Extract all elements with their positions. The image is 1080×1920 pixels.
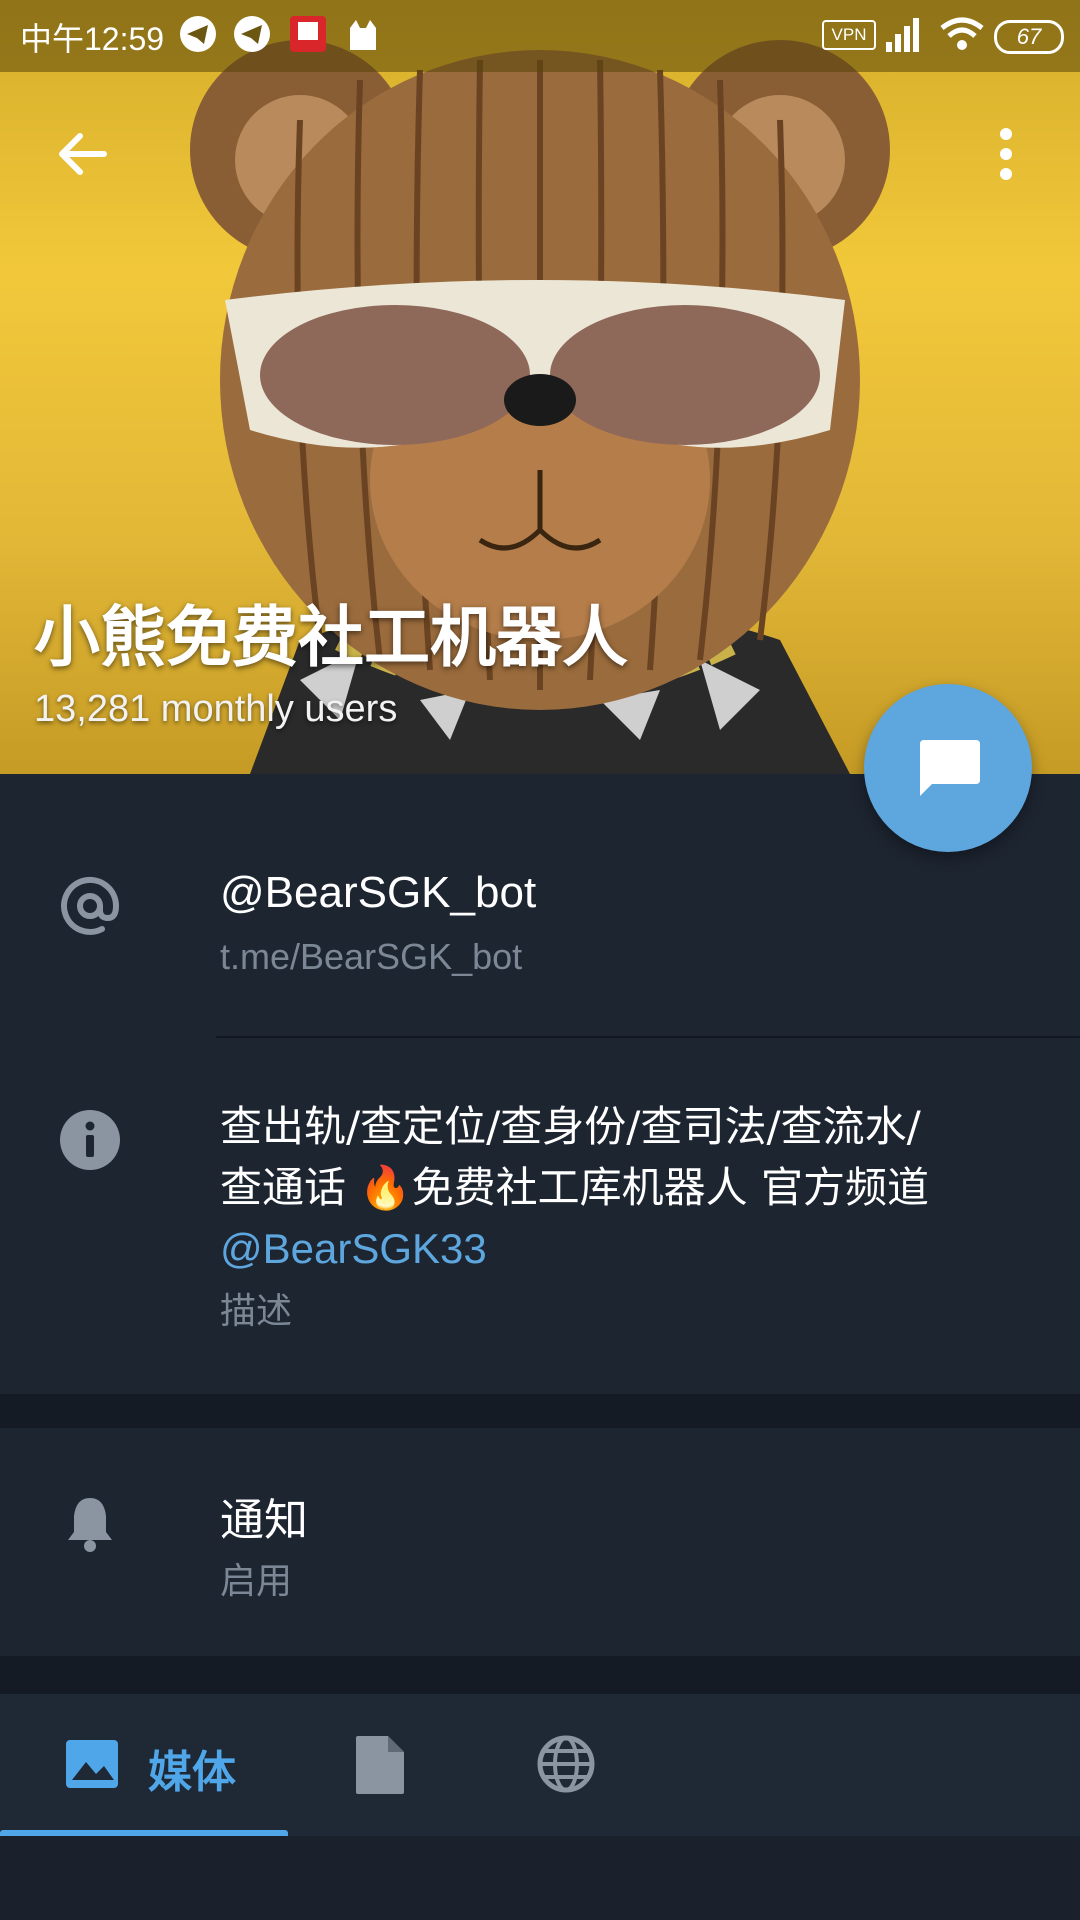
bot-description: 查出轨/查定位/查身份/查司法/查流水/ 查通话 🔥免费社工库机器人 官方频道 … — [220, 1096, 1020, 1342]
media-icon[interactable] — [64, 1734, 120, 1794]
monthly-users: 13,281 monthly users — [34, 688, 398, 730]
back-arrow-icon[interactable] — [52, 124, 112, 184]
media-content-area — [0, 1836, 1080, 1920]
description-label: 描述 — [220, 1291, 293, 1332]
section-gap — [0, 1656, 1080, 1694]
section-gap — [0, 1394, 1080, 1428]
username-link: t.me/BearSGK_bot — [220, 936, 523, 977]
description-line: 查出轨/查定位/查身份/查司法/查流水/ — [220, 1102, 921, 1151]
profile-name: 小熊免费社工机器人 — [34, 599, 628, 676]
vpn-indicator: VPN — [822, 20, 876, 50]
notifications-status: 启用 — [220, 1560, 293, 1601]
bell-icon — [68, 1498, 112, 1552]
file-icon[interactable] — [354, 1734, 406, 1796]
tab-media[interactable]: 媒体 — [148, 1736, 236, 1800]
message-icon — [920, 740, 980, 796]
globe-icon[interactable] — [536, 1734, 596, 1794]
battery-indicator: 67 — [994, 20, 1064, 54]
signal-icon — [886, 18, 919, 52]
telegram-notification-icon — [234, 16, 270, 52]
message-button[interactable] — [864, 684, 1032, 852]
status-time: 中午12:59 — [20, 21, 165, 57]
notifications-title: 通知 — [220, 1496, 308, 1545]
channel-link[interactable]: @BearSGK33 — [220, 1218, 1020, 1279]
divider — [216, 1036, 1080, 1038]
info-icon — [60, 1110, 120, 1170]
app-notification-icon — [290, 16, 326, 52]
wifi-icon — [940, 17, 984, 50]
notifications-row[interactable]: 通知 启用 — [0, 1428, 1080, 1656]
at-sign-icon — [61, 876, 120, 935]
username[interactable]: @BearSGK_bot — [220, 868, 536, 918]
status-bar: 中午12:59 VPN 67 — [0, 0, 1080, 72]
profile-header: 中午12:59 VPN 67 小熊免费社工机器人 13,281 monthly … — [0, 0, 1080, 774]
more-options-icon[interactable] — [986, 124, 1026, 184]
shared-media-tabs: 媒体 — [0, 1694, 1080, 1836]
description-line: 查通话 🔥免费社工库机器人 官方频道 — [220, 1163, 929, 1212]
cat-notification-icon — [350, 20, 376, 50]
telegram-notification-icon — [180, 16, 216, 52]
